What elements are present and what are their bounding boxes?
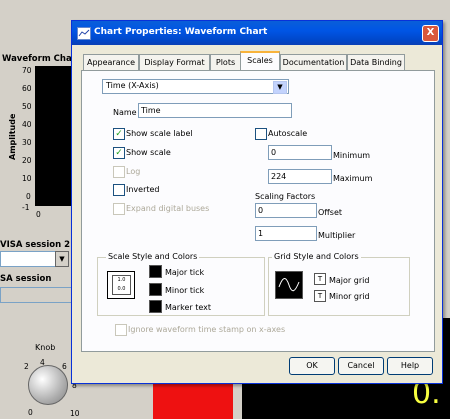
name-field[interactable]: Time: [138, 103, 292, 118]
y-tick: 10: [22, 174, 32, 183]
visa-session-control[interactable]: [0, 287, 72, 303]
cancel-button[interactable]: Cancel: [338, 357, 384, 375]
x-tick: 0: [36, 210, 41, 219]
autoscale-text: Autoscale: [268, 129, 308, 138]
axis-select-value: Time (X-Axis): [106, 81, 159, 90]
chevron-down-icon[interactable]: ▼: [55, 251, 69, 267]
scale-preview-box: 1.0 0.0: [112, 275, 131, 295]
y-axis-ticks: 70 60 50 40 30 20 10 0 -1: [22, 66, 35, 212]
log-checkbox[interactable]: [113, 166, 125, 178]
ok-button[interactable]: OK: [289, 357, 335, 375]
red-led-indicator[interactable]: [153, 384, 233, 419]
minimum-label: Minimum: [333, 151, 371, 160]
amplitude-axis-label: Amplitude: [8, 113, 17, 160]
knob-tick: 0: [28, 408, 33, 417]
knob-label: Knob: [35, 343, 56, 352]
visa-session-2-control[interactable]: [0, 251, 56, 267]
visa-session-2-label: VISA session 2: [0, 240, 71, 250]
show-scale-text: Show scale: [126, 148, 171, 157]
tab-plots[interactable]: Plots: [210, 54, 241, 70]
expand-digital-buses-checkbox[interactable]: [113, 203, 125, 215]
scale-preview-bottom: 0.0: [117, 286, 126, 292]
major-tick-color-swatch[interactable]: [149, 265, 162, 278]
tab-data-binding[interactable]: Data Binding: [347, 54, 405, 70]
y-tick: 40: [22, 120, 32, 129]
tab-display-format[interactable]: Display Format: [139, 54, 210, 70]
y-tick: 20: [22, 156, 32, 165]
ignore-timestamp-checkbox[interactable]: [115, 324, 127, 336]
minor-tick-label: Minor tick: [165, 286, 205, 295]
major-grid-label: Major grid: [329, 276, 370, 285]
offset-field[interactable]: 0: [255, 203, 317, 218]
axis-select[interactable]: Time (X-Axis) ▼: [102, 79, 289, 94]
marker-text-label: Marker text: [165, 303, 211, 312]
chart-icon: [77, 27, 91, 40]
dialog-title: Chart Properties: Waveform Chart: [94, 27, 268, 37]
minimum-field[interactable]: 0: [268, 145, 332, 160]
knob-tick: 10: [70, 409, 80, 418]
multiplier-field[interactable]: 1: [255, 226, 317, 241]
ignore-timestamp-text: Ignore waveform time stamp on x-axes: [128, 325, 286, 334]
y-tick: 30: [22, 138, 32, 147]
knob-tick: 2: [24, 362, 29, 371]
knob-tick: 4: [40, 358, 45, 367]
inverted-text: Inverted: [126, 185, 160, 194]
knob-tick: 6: [62, 362, 67, 371]
waveform-chart-title: Waveform Chart: [2, 54, 80, 64]
major-tick-label: Major tick: [165, 268, 205, 277]
y-tick: 70: [22, 66, 32, 75]
major-grid-color-swatch[interactable]: T: [314, 273, 326, 285]
scale-style-group-label: Scale Style and Colors: [106, 252, 200, 261]
minor-tick-color-swatch[interactable]: [149, 283, 162, 296]
offset-label: Offset: [318, 208, 343, 217]
grid-style-preview[interactable]: [275, 271, 303, 299]
help-button[interactable]: Help: [387, 357, 433, 375]
chevron-down-icon[interactable]: ▼: [273, 81, 287, 94]
scaling-factors-label: Scaling Factors: [255, 192, 316, 201]
maximum-field[interactable]: 224: [268, 169, 332, 184]
show-scale-checkbox[interactable]: ✓: [113, 147, 125, 159]
dialog-title-bar[interactable]: Chart Properties: Waveform Chart X: [72, 21, 442, 45]
grid-style-group-label: Grid Style and Colors: [272, 252, 361, 261]
scale-style-preview[interactable]: 1.0 0.0: [107, 271, 135, 299]
tab-appearance[interactable]: Appearance: [83, 54, 139, 70]
close-button[interactable]: X: [422, 25, 439, 42]
multiplier-label: Multiplier: [318, 231, 356, 240]
show-scale-label-text: Show scale label: [126, 129, 193, 138]
y-tick: 60: [22, 84, 32, 93]
expand-digital-buses-text: Expand digital buses: [126, 204, 210, 213]
wave-icon: [278, 278, 300, 292]
visa-session-label: SA session: [0, 274, 52, 284]
inverted-checkbox[interactable]: [113, 184, 125, 196]
show-scale-label-checkbox[interactable]: ✓: [113, 128, 125, 140]
autoscale-checkbox[interactable]: [255, 128, 267, 140]
name-label: Name: [113, 108, 137, 117]
waveform-chart-plot-area[interactable]: [35, 66, 72, 206]
minor-grid-color-swatch[interactable]: T: [314, 290, 326, 302]
y-tick: 0: [26, 192, 31, 201]
marker-text-color-swatch[interactable]: [149, 300, 162, 313]
y-tick: 50: [22, 102, 32, 111]
tab-documentation[interactable]: Documentation: [280, 54, 347, 70]
maximum-label: Maximum: [333, 174, 373, 183]
knob-control[interactable]: [28, 365, 68, 405]
y-tick: -1: [22, 203, 30, 212]
tab-scales[interactable]: Scales: [240, 51, 280, 72]
minor-grid-label: Minor grid: [329, 292, 370, 301]
log-text: Log: [126, 167, 141, 176]
scale-preview-top: 1.0: [117, 277, 126, 283]
